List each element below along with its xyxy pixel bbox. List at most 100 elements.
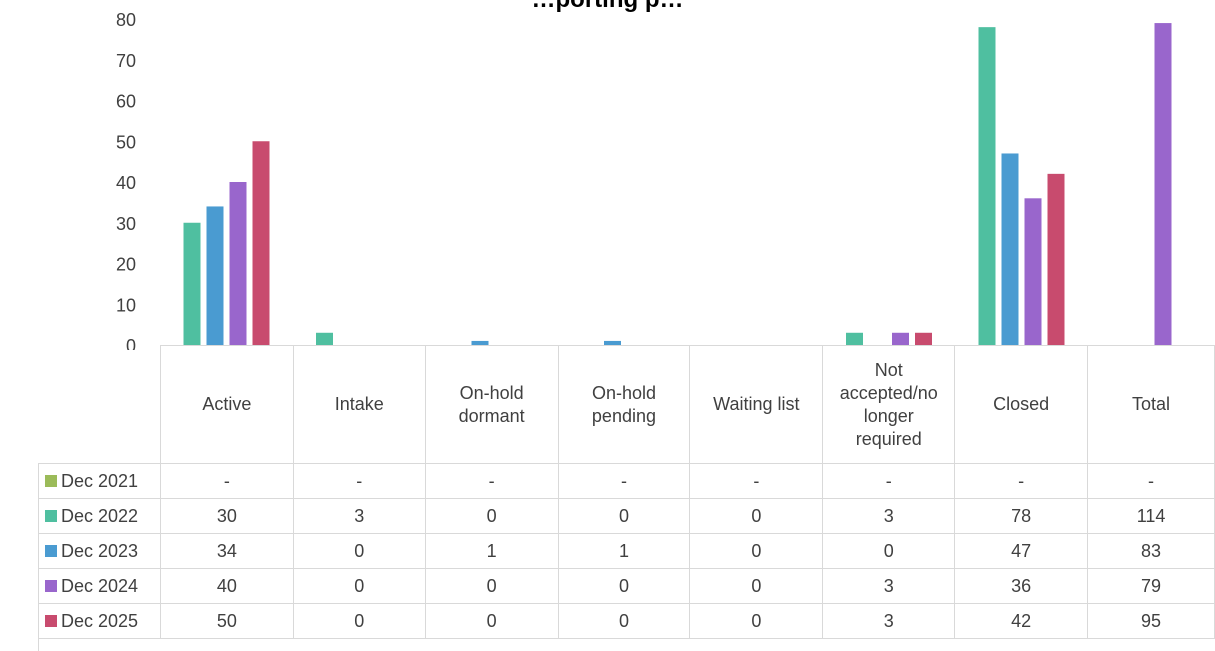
data-label: -	[159, 463, 294, 499]
series-name: Dec 2025	[61, 610, 139, 631]
series-name: Dec 2021	[61, 470, 139, 491]
data-label: 0	[424, 498, 559, 534]
data-label: 1	[424, 533, 559, 569]
table-left-border	[38, 600, 39, 651]
bar	[892, 332, 909, 345]
data-label: 95	[1087, 603, 1215, 639]
data-label: -	[292, 463, 426, 499]
data-label: 114	[1087, 498, 1215, 534]
bar	[978, 27, 996, 346]
legend-entry: Dec 2024	[38, 568, 161, 604]
data-label: 0	[292, 603, 426, 639]
bar	[183, 222, 201, 345]
data-label: 0	[689, 533, 824, 569]
table-row: Dec 2021- - - - - - - -	[38, 463, 1215, 499]
bar	[1024, 198, 1042, 345]
series-name: Dec 2022	[61, 505, 139, 526]
category-label: Waiting list	[689, 345, 824, 464]
category-label: Intake	[292, 345, 426, 464]
data-label: 0	[557, 603, 691, 639]
data-label: 0	[822, 533, 956, 569]
data-label: -	[689, 463, 824, 499]
data-label: 0	[689, 498, 824, 534]
data-label: 0	[689, 568, 824, 604]
bar	[229, 182, 247, 345]
legend-entry: Dec 2022	[38, 498, 161, 534]
data-label: 0	[557, 498, 691, 534]
category-label: Active	[159, 345, 294, 464]
category-label: Not accepted/no longer required	[822, 345, 956, 464]
legend-key-icon	[45, 579, 57, 592]
bar	[1001, 153, 1019, 345]
data-table: Active Intake On-hold dormant On-hold pending…	[38, 345, 1215, 639]
data-label: 78	[954, 498, 1089, 534]
y-tick-label: 20	[116, 255, 136, 275]
legend-key-icon	[45, 509, 57, 522]
series-name: Dec 2024	[61, 575, 139, 596]
y-tick-label: 60	[116, 92, 136, 112]
category-label-line: Not	[874, 359, 903, 380]
bar	[252, 141, 270, 345]
category-label-line: Closed	[993, 394, 1050, 414]
data-label: 0	[424, 603, 559, 639]
category-label-line: required	[855, 428, 922, 449]
bar	[915, 332, 932, 345]
y-tick-label: 70	[116, 51, 136, 71]
category-label-line: On-hold	[591, 382, 656, 403]
data-label: -	[822, 463, 956, 499]
data-label: 0	[424, 568, 559, 604]
plot-area: 01020304050607080	[116, 10, 1172, 350]
data-label: 0	[292, 568, 426, 604]
category-label-line: pending	[591, 405, 656, 426]
data-label: 36	[954, 568, 1089, 604]
category-label: On-hold pending	[557, 345, 691, 464]
y-tick-label: 80	[116, 10, 136, 30]
bar	[1154, 23, 1172, 345]
data-label: 1	[557, 533, 691, 569]
category-label: Total	[1087, 345, 1215, 464]
data-label: 0	[689, 603, 824, 639]
data-label: 30	[159, 498, 294, 534]
table-corner	[38, 345, 161, 464]
data-label: -	[557, 463, 691, 499]
bar	[316, 332, 333, 345]
series-name: Dec 2023	[61, 540, 139, 561]
data-label: 3	[822, 498, 956, 534]
data-label: 47	[954, 533, 1089, 569]
category-label-line: On-hold	[459, 382, 524, 403]
category-label-line: Intake	[334, 394, 384, 414]
table-row: Dec 2023 34 0 1 1 0 0 47 83	[38, 533, 1215, 569]
category-label-line: Waiting list	[713, 394, 800, 414]
data-label: 0	[557, 568, 691, 604]
table-row: Dec 2025 50 0 0 0 0 3 42 95	[38, 603, 1215, 639]
data-label: 79	[1087, 568, 1215, 604]
data-label: -	[1087, 463, 1215, 499]
y-tick-label: 10	[116, 295, 136, 315]
legend-key-icon	[45, 544, 57, 557]
category-label-line: longer	[863, 405, 914, 426]
data-label: -	[954, 463, 1089, 499]
data-label: 0	[292, 533, 426, 569]
bar	[1047, 173, 1065, 345]
category-label-line: dormant	[458, 405, 525, 426]
y-tick-label: 30	[116, 214, 136, 234]
data-label: 3	[822, 568, 956, 604]
legend-key-icon	[45, 474, 57, 487]
legend-entry: Dec 2025	[38, 603, 161, 639]
category-label: On-hold dormant	[424, 345, 559, 464]
data-label: 34	[159, 533, 294, 569]
legend-entry: Dec 2021	[38, 463, 161, 499]
bar	[846, 332, 863, 345]
data-label: 42	[954, 603, 1089, 639]
y-tick-label: 40	[116, 173, 136, 193]
legend-key-icon	[45, 614, 57, 627]
category-label-line: Active	[202, 394, 252, 414]
data-label: 3	[292, 498, 426, 534]
category-label: Closed	[954, 345, 1089, 464]
data-label: 83	[1087, 533, 1215, 569]
category-label-line: Total	[1132, 394, 1171, 414]
table-row: Dec 2024 40 0 0 0 0 3 36 79	[38, 568, 1215, 604]
data-label: 3	[822, 603, 956, 639]
data-label: -	[424, 463, 559, 499]
legend-entry: Dec 2023	[38, 533, 161, 569]
